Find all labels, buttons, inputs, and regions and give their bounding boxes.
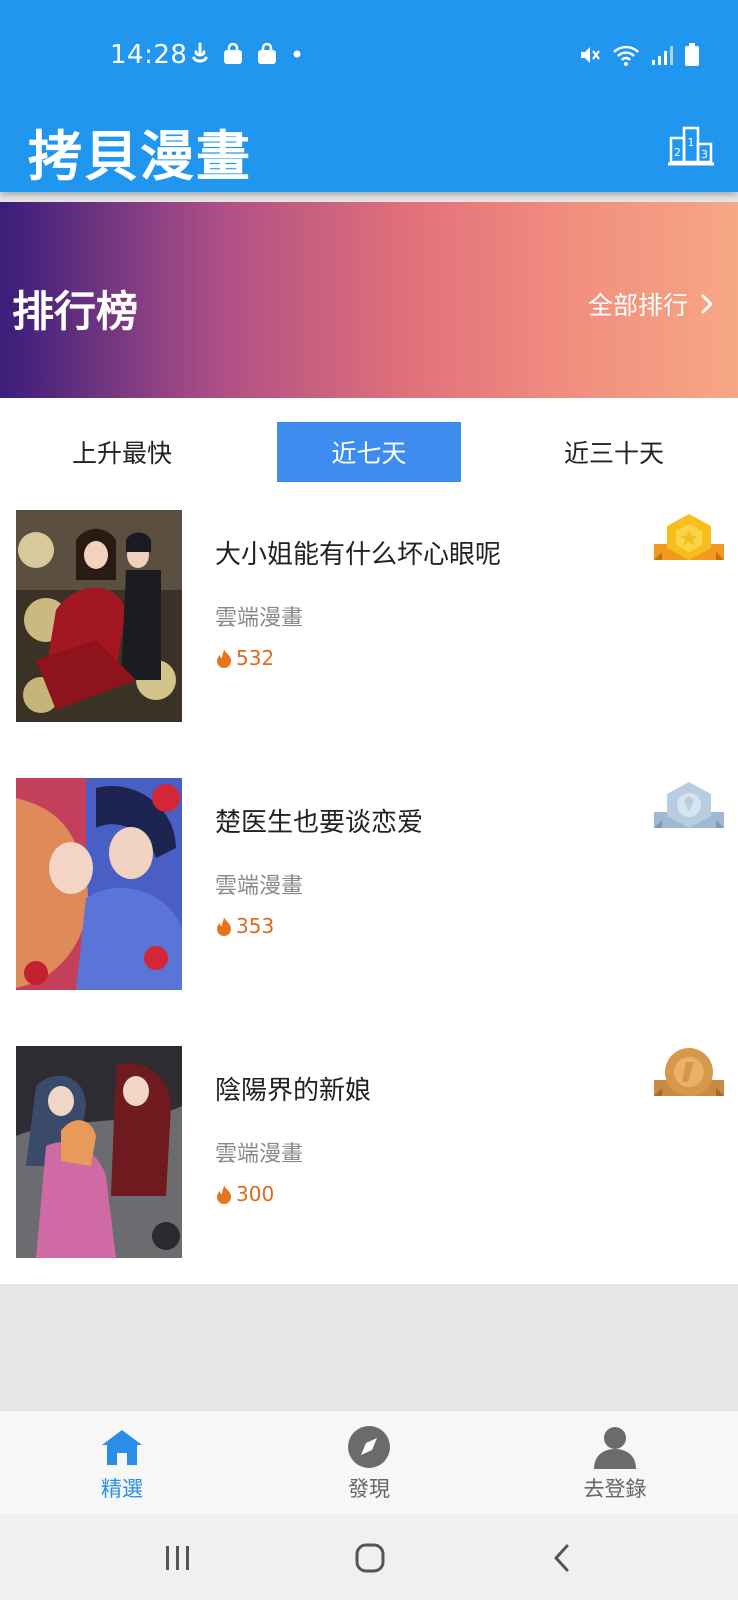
home-button[interactable] bbox=[348, 1536, 392, 1580]
comic-publisher: 雲端漫畫 bbox=[215, 1142, 304, 1167]
recent-apps-button[interactable] bbox=[156, 1536, 200, 1580]
comic-title[interactable]: 楚医生也要谈恋爱 bbox=[215, 802, 423, 839]
app-bar: 14:28 拷貝漫畫 2 1 3 bbox=[0, 0, 738, 192]
comic-cover[interactable] bbox=[16, 778, 182, 990]
all-rankings-label: 全部排行 bbox=[587, 291, 688, 320]
system-nav-bar bbox=[0, 1514, 738, 1600]
nav-discover[interactable]: 發現 bbox=[289, 1411, 449, 1515]
svg-text:2: 2 bbox=[674, 146, 681, 159]
tab-seven-days[interactable]: 近七天 bbox=[277, 422, 461, 482]
system-icons bbox=[578, 42, 700, 68]
gold-medal-icon bbox=[652, 510, 726, 574]
comic-title[interactable]: 陰陽界的新娘 bbox=[215, 1070, 371, 1107]
flame-icon bbox=[217, 649, 231, 668]
flame-icon bbox=[217, 1185, 231, 1204]
flame-icon bbox=[217, 917, 231, 936]
wifi-icon bbox=[613, 45, 639, 66]
comic-title[interactable]: 大小姐能有什么坏心眼呢 bbox=[215, 534, 501, 571]
battery-icon bbox=[685, 43, 699, 66]
comic-publisher: 雲端漫畫 bbox=[215, 606, 304, 631]
comic-cover[interactable] bbox=[16, 1046, 182, 1258]
list-item[interactable]: 楚医生也要谈恋爱 雲端漫畫 353 bbox=[0, 778, 738, 992]
banner-title: 排行榜 bbox=[12, 287, 139, 336]
home-circle-icon bbox=[355, 1543, 385, 1573]
comic-publisher: 雲端漫畫 bbox=[215, 874, 304, 899]
nav-login[interactable]: 去登錄 bbox=[535, 1411, 695, 1515]
tab-fastest-rising[interactable]: 上升最快 bbox=[30, 422, 214, 482]
recent-apps-icon bbox=[166, 1546, 189, 1570]
user-icon bbox=[594, 1427, 636, 1469]
shopping-bag-icon bbox=[224, 42, 242, 64]
bronze-medal-icon bbox=[652, 1046, 726, 1110]
app-notification-icon bbox=[192, 42, 208, 63]
chevron-right-icon bbox=[701, 294, 713, 314]
heat-count: 532 bbox=[215, 646, 274, 670]
nav-featured[interactable]: 精選 bbox=[42, 1411, 202, 1515]
shopping-bag-icon bbox=[258, 42, 276, 64]
period-tabs: 上升最快 近七天 近三十天 bbox=[0, 422, 738, 482]
mute-icon bbox=[581, 47, 600, 63]
app-title: 拷貝漫畫 bbox=[28, 125, 252, 188]
ranking-list-panel: 上升最快 近七天 近三十天 大小姐能有什么坏心眼呢 雲端漫畫 532 楚医生也要… bbox=[0, 398, 738, 1284]
svg-text:1: 1 bbox=[688, 136, 695, 149]
more-dot-icon bbox=[293, 50, 301, 58]
notification-icons bbox=[190, 42, 304, 66]
status-bar: 14:28 bbox=[0, 0, 738, 110]
nav-featured-label: 精選 bbox=[101, 1477, 143, 1501]
all-rankings-link[interactable]: 全部排行 bbox=[588, 286, 714, 322]
list-item[interactable]: 大小姐能有什么坏心眼呢 雲端漫畫 532 bbox=[0, 510, 738, 724]
status-time: 14:28 bbox=[110, 40, 188, 70]
silver-medal-icon bbox=[652, 778, 726, 842]
comic-cover[interactable] bbox=[16, 510, 182, 722]
signal-icon bbox=[652, 46, 673, 65]
compass-icon bbox=[348, 1426, 390, 1468]
ranking-banner: 排行榜 全部排行 bbox=[0, 202, 738, 398]
bottom-nav: 精選 發現 去登錄 bbox=[0, 1410, 738, 1514]
svg-text:3: 3 bbox=[701, 148, 708, 161]
back-chevron-icon bbox=[554, 1544, 569, 1572]
ranking-button[interactable]: 2 1 3 bbox=[668, 124, 714, 168]
nav-discover-label: 發現 bbox=[348, 1477, 390, 1501]
tab-thirty-days[interactable]: 近三十天 bbox=[522, 422, 706, 482]
heat-count: 300 bbox=[215, 1182, 274, 1206]
nav-login-label: 去登錄 bbox=[583, 1477, 647, 1501]
back-button[interactable] bbox=[540, 1536, 584, 1580]
home-icon bbox=[102, 1430, 142, 1465]
list-item[interactable]: 陰陽界的新娘 雲端漫畫 300 bbox=[0, 1046, 738, 1260]
podium-icon: 2 1 3 bbox=[668, 126, 714, 166]
heat-count: 353 bbox=[215, 914, 274, 938]
